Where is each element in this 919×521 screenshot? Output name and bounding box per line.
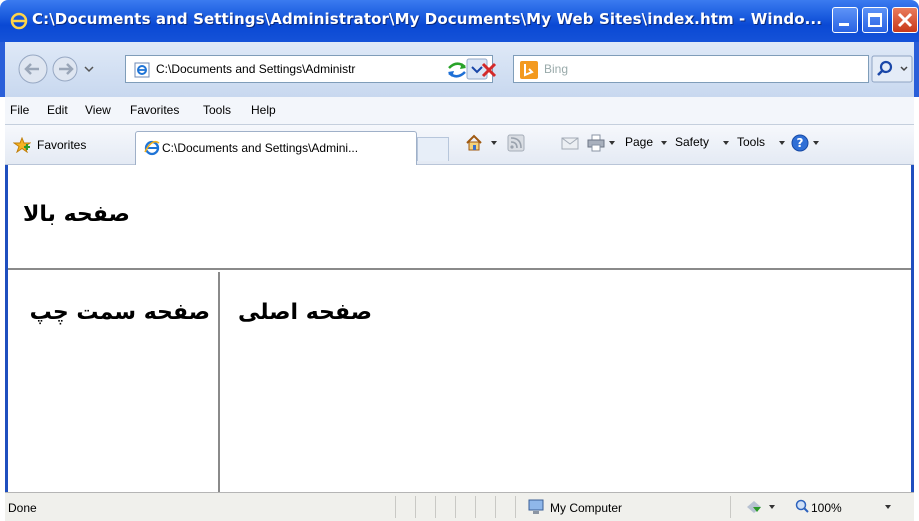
page-content: صفحه بالا صفحه سمت چپ صفحه اصلی [5, 165, 914, 492]
status-bar: Done My Computer 100% [5, 492, 914, 521]
status-divider [475, 496, 476, 518]
minimize-icon [839, 23, 849, 26]
menu-bar: File Edit View Favorites Tools Help [5, 97, 914, 125]
address-toolbar: C:\Documents and Settings\Administr Bing [0, 42, 919, 97]
safety-dropdown[interactable] [723, 141, 729, 145]
feeds-icon[interactable] [507, 134, 525, 152]
maximize-icon [868, 13, 882, 27]
stop-icon[interactable] [477, 59, 501, 81]
computer-icon [528, 499, 544, 514]
page-dropdown[interactable] [661, 141, 667, 145]
left-frame-heading: صفحه سمت چپ [29, 300, 210, 325]
zoom-icon[interactable] [795, 499, 809, 513]
bing-icon [520, 61, 538, 79]
ie-logo-icon [10, 12, 28, 30]
security-zone-label[interactable]: My Computer [550, 501, 622, 515]
new-tab-button[interactable] [417, 137, 449, 161]
tab-label: C:\Documents and Settings\Admini... [162, 141, 359, 155]
menu-view[interactable]: View [85, 103, 111, 117]
top-frame: صفحه بالا [8, 165, 911, 270]
status-divider [395, 496, 396, 518]
status-divider [415, 496, 416, 518]
navigation-buttons[interactable] [17, 53, 103, 85]
status-divider [435, 496, 436, 518]
search-input[interactable]: Bing [544, 62, 568, 76]
tools-dropdown[interactable] [779, 141, 785, 145]
tab-current-page[interactable]: C:\Documents and Settings\Admini... [135, 131, 417, 165]
print-dropdown[interactable] [609, 141, 615, 145]
menu-file[interactable]: File [10, 103, 29, 117]
close-icon [897, 12, 913, 28]
status-divider [515, 496, 516, 518]
menu-edit[interactable]: Edit [47, 103, 68, 117]
favorites-button[interactable]: Favorites [9, 133, 119, 157]
status-divider [455, 496, 456, 518]
search-icon[interactable] [871, 55, 913, 83]
help-icon[interactable]: ? [791, 134, 809, 152]
address-bar[interactable]: C:\Documents and Settings\Administr [125, 55, 493, 83]
favorites-star-icon [13, 137, 31, 153]
home-dropdown[interactable] [491, 141, 497, 145]
window-title: C:\Documents and Settings\Administrator\… [32, 10, 822, 28]
status-text: Done [8, 501, 37, 515]
ie-page-icon [144, 140, 160, 156]
tools-menu[interactable]: Tools [737, 135, 765, 149]
print-icon[interactable] [587, 134, 605, 152]
main-frame: صفحه اصلی [222, 272, 911, 492]
ie-page-icon [134, 62, 150, 78]
address-input[interactable]: C:\Documents and Settings\Administr [156, 62, 355, 76]
back-arrow-icon[interactable] [18, 54, 48, 84]
page-menu[interactable]: Page [625, 135, 653, 149]
help-dropdown[interactable] [813, 141, 819, 145]
forward-arrow-icon[interactable] [52, 56, 78, 82]
status-divider [495, 496, 496, 518]
mail-icon[interactable] [561, 134, 579, 152]
maximize-button[interactable] [862, 7, 888, 33]
minimize-button[interactable] [832, 7, 858, 33]
zoom-level[interactable]: 100% [811, 501, 842, 515]
safety-menu[interactable]: Safety [675, 135, 709, 149]
main-frame-heading: صفحه اصلی [238, 300, 372, 325]
favorites-label: Favorites [37, 138, 87, 152]
protected-mode-icon[interactable] [745, 499, 763, 515]
top-frame-heading: صفحه بالا [23, 202, 130, 227]
title-bar[interactable]: C:\Documents and Settings\Administrator\… [0, 0, 919, 42]
search-field[interactable]: Bing [513, 55, 869, 83]
menu-help[interactable]: Help [251, 103, 276, 117]
status-divider [730, 496, 731, 518]
protected-mode-dropdown[interactable] [769, 505, 775, 509]
command-bar: Favorites C:\Documents and Settings\Admi… [5, 125, 914, 165]
home-icon[interactable] [465, 134, 483, 152]
left-frame: صفحه سمت چپ [8, 272, 220, 492]
menu-favorites[interactable]: Favorites [130, 103, 179, 117]
svg-text:?: ? [797, 136, 804, 150]
refresh-icon[interactable] [445, 59, 469, 81]
menu-tools[interactable]: Tools [203, 103, 231, 117]
zoom-dropdown[interactable] [885, 505, 891, 509]
close-button[interactable] [892, 7, 918, 33]
